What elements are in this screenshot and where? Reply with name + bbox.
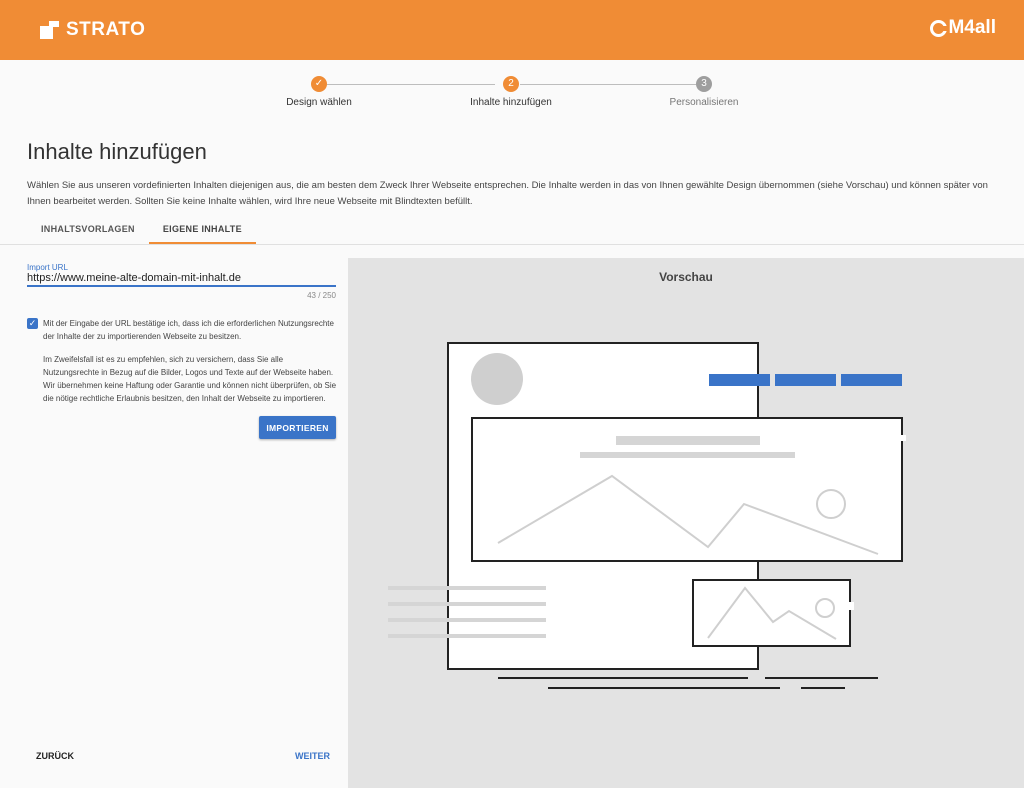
content-tabs: INHALTSVORLAGEN EIGENE INHALTE [27, 218, 256, 244]
wireframe-text-line [388, 618, 546, 622]
preview-panel: Vorschau [348, 258, 1024, 788]
step-inhalte-hinzufuegen[interactable]: 2 Inhalte hinzufügen [461, 76, 561, 108]
wireframe-image-box [692, 579, 851, 647]
step-label: Personalisieren [669, 97, 739, 108]
strato-logo-icon [40, 21, 60, 39]
legal-note-text: Im Zweifelsfall ist es zu empfehlen, sic… [43, 355, 337, 403]
page-title: Inhalte hinzufügen [27, 139, 207, 164]
strato-logo[interactable]: STRATO [40, 19, 145, 41]
step-label: Inhalte hinzufügen [470, 97, 552, 108]
step-personalisieren: 3 Personalisieren [654, 76, 754, 108]
wireframe-logo-circle [471, 353, 523, 405]
wireframe-hero-subtitle [580, 452, 795, 458]
wireframe-nav-item [775, 374, 836, 386]
website-wireframe-illustration [388, 342, 906, 689]
wireframe-text-line [388, 586, 546, 590]
consent-text: Mit der Eingabe der URL bestätige ich, d… [43, 319, 334, 341]
cm4all-brand-text: M4all [948, 17, 996, 38]
checkmark-icon: ✓ [311, 76, 327, 92]
import-button[interactable]: IMPORTIEREN [259, 416, 336, 439]
cm4all-c-icon [930, 19, 949, 37]
progress-stepper: ✓ Design wählen 2 Inhalte hinzufügen 3 P… [0, 76, 1024, 116]
wireframe-frame-gap [900, 435, 906, 441]
wireframe-frame-gap [848, 602, 854, 610]
back-button[interactable]: ZURÜCK [36, 751, 74, 761]
char-counter: 43 / 250 [307, 291, 336, 300]
step-number: 2 [503, 76, 519, 92]
step-design-waehlen[interactable]: ✓ Design wählen [269, 76, 369, 108]
step-number: 3 [696, 76, 712, 92]
strato-brand-text: STRATO [66, 19, 146, 40]
next-button[interactable]: WEITER [295, 751, 330, 761]
wireframe-nav-item [841, 374, 902, 386]
tab-inhaltsvorlagen[interactable]: INHALTSVORLAGEN [27, 218, 149, 244]
wireframe-nav-item [709, 374, 770, 386]
wireframe-hero-title [616, 436, 760, 445]
tab-eigene-inhalte[interactable]: EIGENE INHALTE [148, 218, 256, 244]
step-label: Design wählen [286, 97, 352, 108]
wireframe-text-line [388, 634, 546, 638]
import-url-input[interactable] [27, 271, 336, 287]
import-panel: Import URL 43 / 250 ✓ Mit der Eingabe de… [0, 245, 348, 788]
cm4all-logo: M4all [930, 17, 996, 39]
wireframe-text-line [388, 602, 546, 606]
consent-checkbox[interactable]: ✓ [27, 318, 38, 329]
top-header-bar: STRATO M4all [0, 0, 1024, 60]
page-description: Wählen Sie aus unseren vordefinierten In… [27, 180, 988, 207]
